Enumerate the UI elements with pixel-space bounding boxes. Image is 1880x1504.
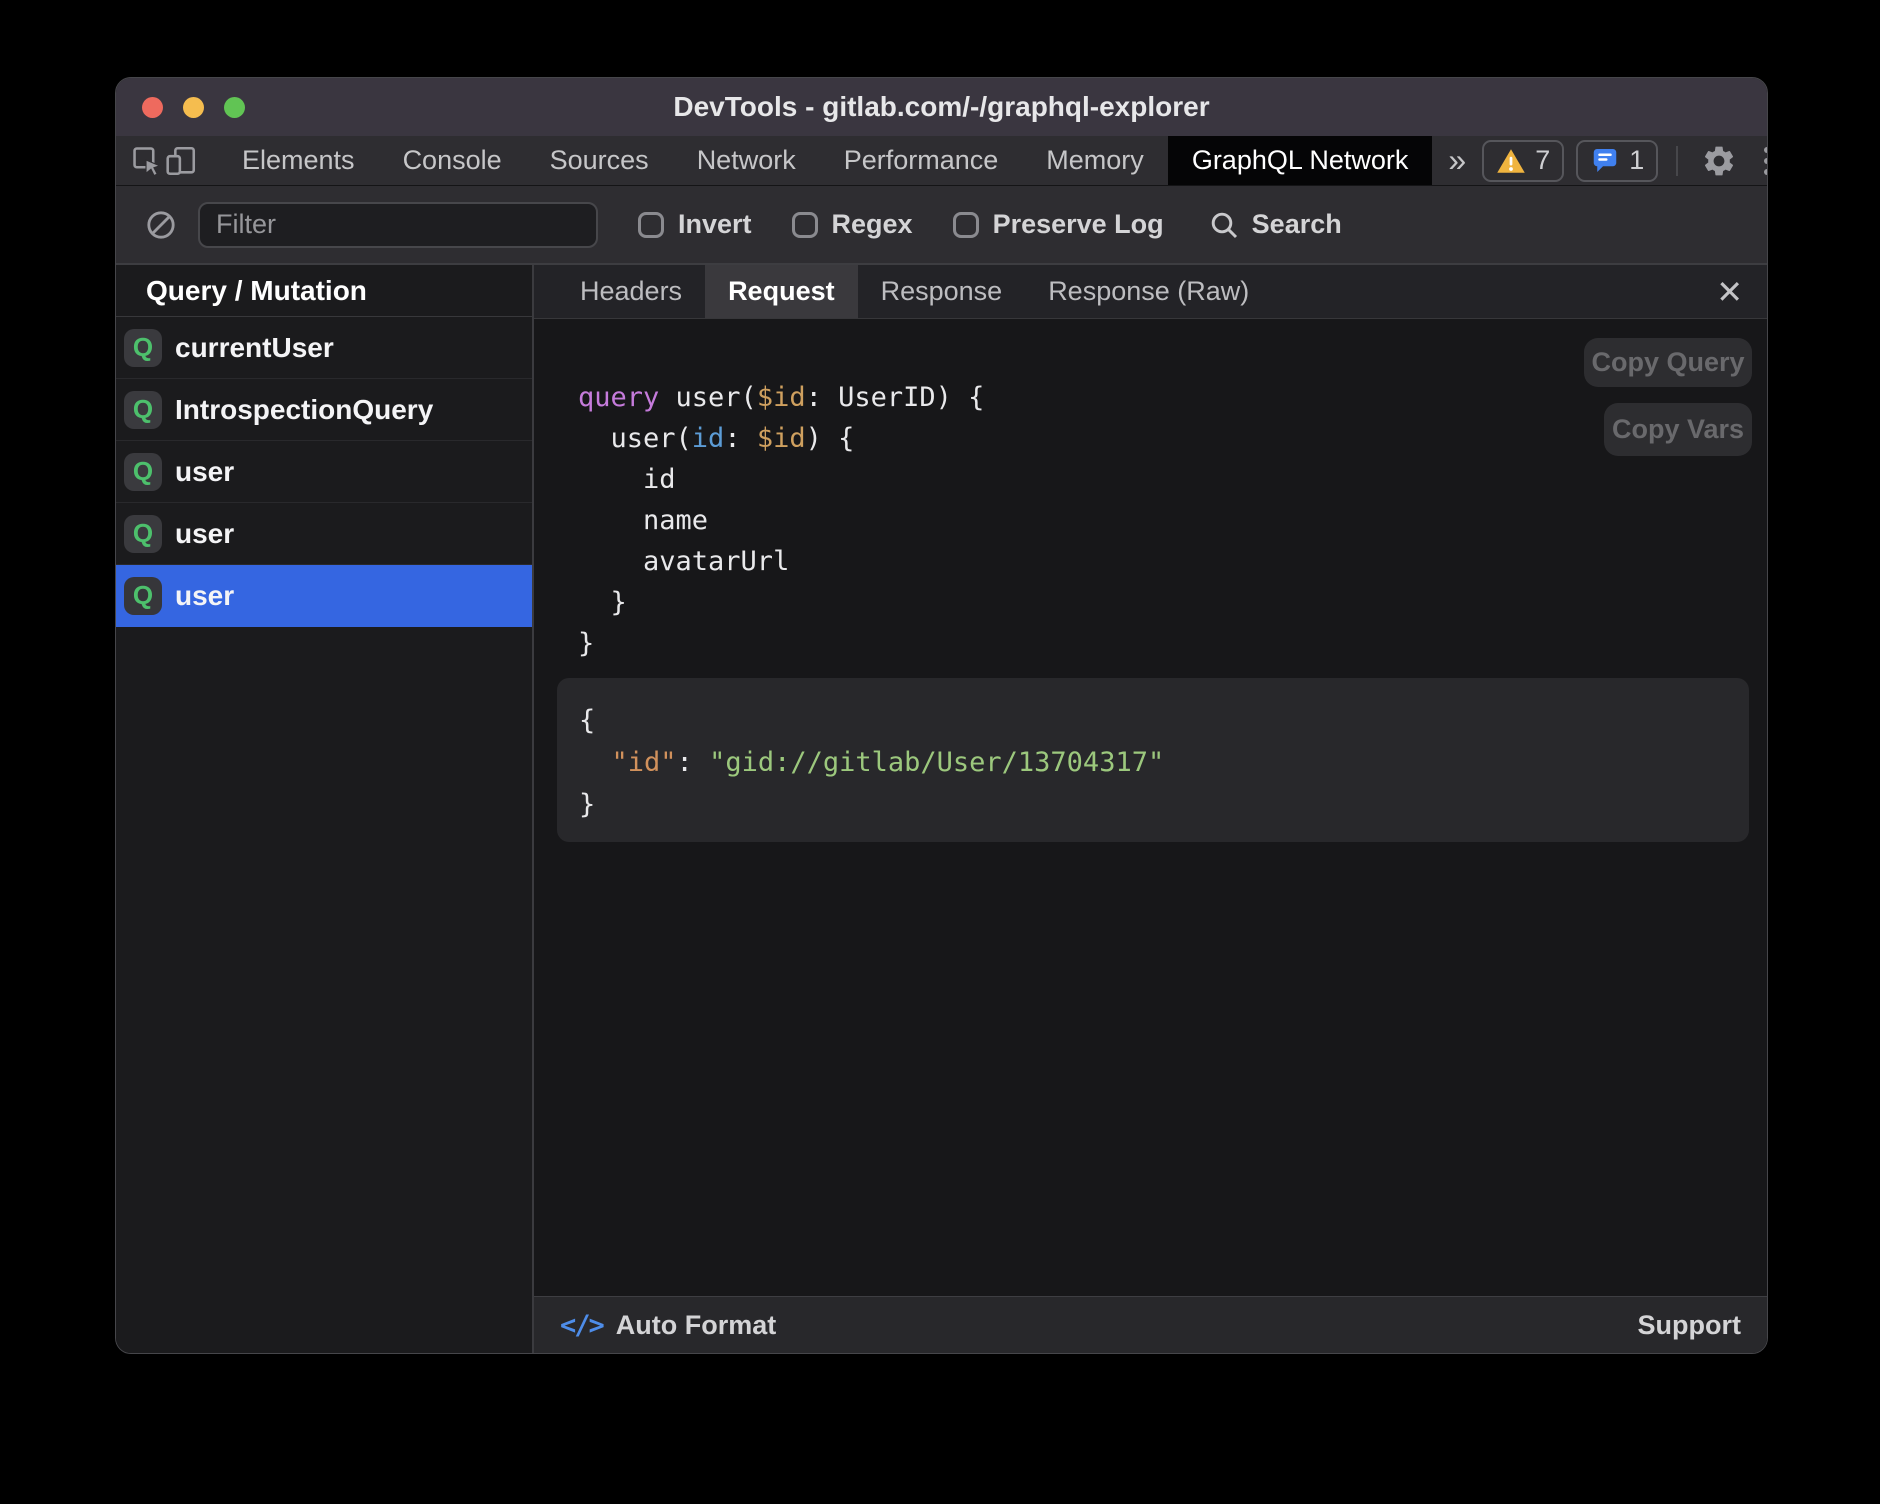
tab-performance[interactable]: Performance [820,136,1023,185]
query-list-item-0[interactable]: QcurrentUser [116,317,532,379]
request-tab-response-raw[interactable]: Response (Raw) [1025,265,1272,318]
traffic-lights [142,78,245,136]
zoom-window-button[interactable] [224,97,245,118]
auto-format-label: Auto Format [616,1310,776,1341]
filter-bar: Invert Regex Preserve Log Search [116,186,1767,265]
minimize-window-button[interactable] [183,97,204,118]
query-item-label: currentUser [175,332,334,364]
checkbox-label: Preserve Log [993,209,1164,240]
code-format-icon: </> [560,1310,603,1341]
auto-format-button[interactable]: </> Auto Format [560,1310,776,1341]
variables-code-line-2: } [579,784,1749,826]
variables-box: { "id": "gid://gitlab/User/13704317"} [557,678,1749,842]
query-code-line-2: id [578,459,1767,500]
devtools-tabs: ElementsConsoleSourcesNetworkPerformance… [218,136,1432,185]
filter-input[interactable] [198,202,598,248]
query-item-label: IntrospectionQuery [175,394,433,426]
more-tabs-chevron[interactable]: » [1432,136,1482,185]
window-title: DevTools - gitlab.com/-/graphql-explorer [116,91,1767,123]
warning-count: 7 [1535,145,1550,176]
devtools-toolbar: ElementsConsoleSourcesNetworkPerformance… [116,136,1767,186]
support-link[interactable]: Support [1638,1310,1741,1341]
query-badge-icon: Q [124,329,162,367]
query-code-line-1: user(id: $id) { [578,418,1767,459]
messages-badge[interactable]: 1 [1576,140,1658,182]
tab-network[interactable]: Network [673,136,820,185]
request-tab-request[interactable]: Request [705,265,858,318]
query-code-line-5: } [578,582,1767,623]
query-badge-icon: Q [124,577,162,615]
request-tabs: HeadersRequestResponseResponse (Raw) ✕ [534,265,1767,319]
graphql-query-code: query user($id: UserID) { user(id: $id) … [534,319,1767,664]
variables-code-line-0: { [579,700,1749,742]
bottom-bar: </> Auto Format Support [534,1296,1767,1353]
tab-sources[interactable]: Sources [526,136,673,185]
query-list-item-3[interactable]: Quser [116,503,532,565]
checkbox-box-preserve-log[interactable] [953,212,979,238]
request-tab-headers[interactable]: Headers [557,265,705,318]
query-list-item-4[interactable]: Quser [116,565,532,627]
query-code-line-4: avatarUrl [578,541,1767,582]
gear-icon[interactable] [1696,143,1742,179]
checkbox-preserve-log[interactable]: Preserve Log [953,209,1164,240]
query-sidebar: Query / Mutation QcurrentUserQIntrospect… [116,265,534,1353]
request-panel: query user($id: UserID) { user(id: $id) … [534,319,1767,1296]
query-list-item-2[interactable]: Quser [116,441,532,503]
checkbox-invert[interactable]: Invert [638,209,752,240]
checkbox-label: Regex [832,209,913,240]
device-toolbar-icon[interactable] [164,136,198,185]
copy-query-button[interactable]: Copy Query [1584,338,1752,387]
close-window-button[interactable] [142,97,163,118]
title-bar: DevTools - gitlab.com/-/graphql-explorer [116,78,1767,136]
variables-code-line-1: "id": "gid://gitlab/User/13704317" [579,742,1749,784]
tab-graphql-network[interactable]: GraphQL Network [1168,136,1433,185]
copy-vars-button[interactable]: Copy Vars [1604,403,1752,456]
query-badge-icon: Q [124,515,162,553]
checkbox-label: Invert [678,209,752,240]
query-badge-icon: Q [124,391,162,429]
toolbar-right: 7 1 [1482,136,1768,185]
search-group[interactable]: Search [1208,209,1342,241]
content-area: Query / Mutation QcurrentUserQIntrospect… [116,265,1767,1353]
request-tab-response[interactable]: Response [858,265,1026,318]
query-code-line-3: name [578,500,1767,541]
tab-console[interactable]: Console [379,136,526,185]
kebab-menu-icon[interactable] [1754,147,1768,175]
checkbox-box-regex[interactable] [792,212,818,238]
search-icon [1208,209,1240,241]
request-tabs-list: HeadersRequestResponseResponse (Raw) [557,265,1272,318]
message-count: 1 [1629,145,1644,176]
tab-memory[interactable]: Memory [1022,136,1168,185]
sidebar-header: Query / Mutation [116,265,532,317]
toolbar-divider [1676,146,1678,176]
query-list-item-1[interactable]: Q IntrospectionQuery [116,379,532,441]
query-item-label: user [175,518,234,550]
tab-elements[interactable]: Elements [218,136,379,185]
message-icon [1590,146,1620,176]
devtools-window: DevTools - gitlab.com/-/graphql-explorer… [115,77,1768,1354]
close-icon[interactable]: ✕ [1716,276,1743,308]
query-badge-icon: Q [124,453,162,491]
checkbox-regex[interactable]: Regex [792,209,913,240]
warning-icon [1496,146,1526,176]
request-main: HeadersRequestResponseResponse (Raw) ✕ q… [534,265,1767,1353]
search-label: Search [1252,209,1342,240]
query-item-label: user [175,456,234,488]
query-list: QcurrentUserQIntrospectionQueryQuserQuse… [116,317,532,627]
query-item-label: user [175,580,234,612]
warnings-badge[interactable]: 7 [1482,140,1564,182]
filter-checkboxes: Invert Regex Preserve Log [598,209,1164,240]
query-code-line-6: } [578,623,1767,664]
inspect-icon[interactable] [130,136,164,185]
checkbox-box-invert[interactable] [638,212,664,238]
block-icon[interactable] [138,208,184,242]
